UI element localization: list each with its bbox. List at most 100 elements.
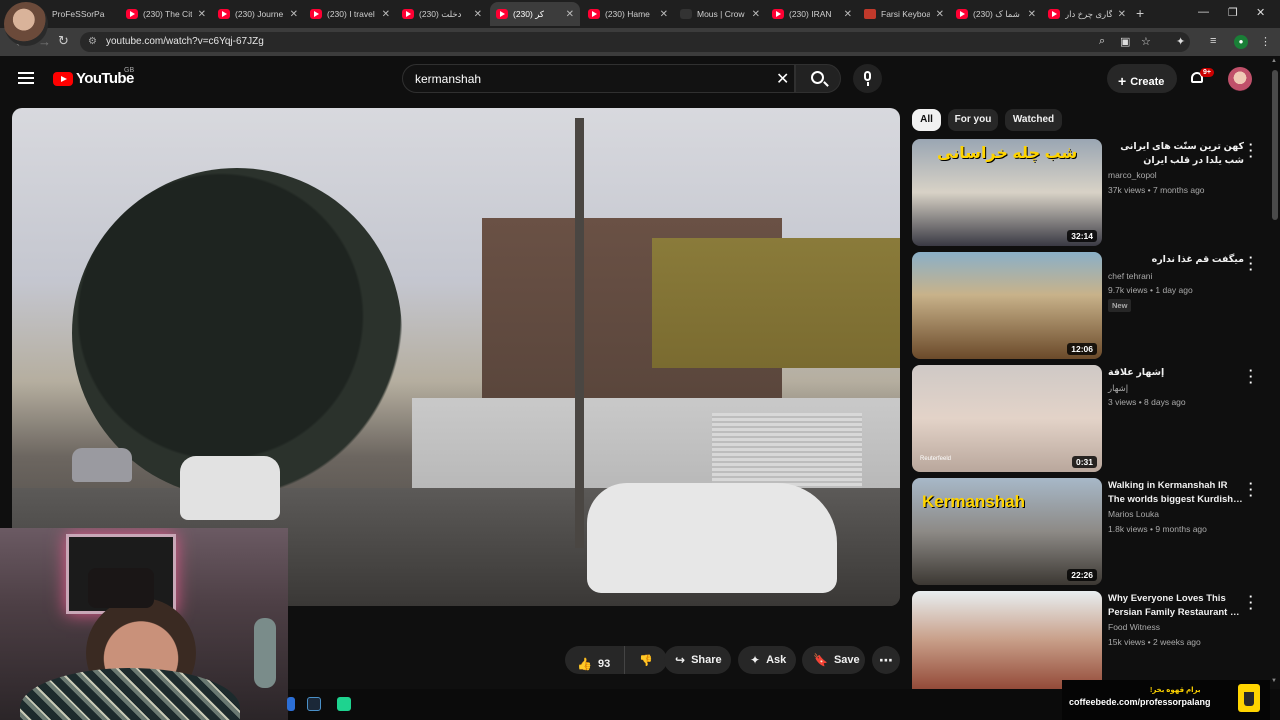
url-text: youtube.com/watch?v=c6Yqj-67JZg <box>106 36 264 47</box>
channel-name[interactable]: marco_kopol <box>1108 170 1157 180</box>
recommendation-item[interactable]: 12:06 میگفت قم غذا نداره chef tehrani 9.… <box>912 251 1262 359</box>
video-title[interactable]: Walking in Kermanshah IR The worlds bigg… <box>1108 479 1244 507</box>
video-title[interactable]: إشهار علاقة <box>1108 366 1244 380</box>
reading-list-icon[interactable]: ≡ <box>1210 35 1216 47</box>
search-icon <box>811 71 824 84</box>
steam-icon[interactable] <box>307 697 321 711</box>
more-vertical-icon[interactable]: · · · <box>1246 477 1256 502</box>
taskbar-app-icon[interactable] <box>287 697 295 711</box>
thumbnail-caption: Kermanshah <box>922 492 1025 511</box>
video-thumbnail[interactable] <box>912 591 1102 689</box>
recommendation-item[interactable]: Kermanshah 22:26 Walking in Kermanshah I… <box>912 477 1262 585</box>
profile-badge[interactable]: ● <box>1234 35 1248 49</box>
video-duration: 22:26 <box>1067 569 1097 581</box>
reload-icon[interactable]: ↻ <box>58 33 69 49</box>
youtube-icon <box>588 9 600 19</box>
zoom-icon[interactable]: ⌕ <box>1099 35 1105 48</box>
search-input[interactable]: kermanshah <box>402 64 795 93</box>
search-button[interactable] <box>795 64 841 93</box>
new-tab-button[interactable]: + <box>1136 5 1144 21</box>
close-tab-icon[interactable]: ✕ <box>198 9 206 20</box>
close-tab-icon[interactable]: ✕ <box>566 9 574 20</box>
browser-tab-1[interactable]: ProFeSSorPa <box>46 2 122 26</box>
save-label: Save <box>833 654 860 666</box>
chat-app-icon[interactable] <box>337 697 351 711</box>
region-code: GB <box>124 67 135 74</box>
like-button[interactable]: 👍 93 <box>565 646 625 674</box>
close-tab-icon[interactable]: ✕ <box>1028 9 1036 20</box>
browser-tab-3[interactable]: (230) Journe ✕ <box>212 2 304 26</box>
recommendation-item[interactable]: شب چله خراسانی 32:14 کهن ترین سنّت های ا… <box>912 138 1262 246</box>
video-meta: 9.7k views • 1 day ago <box>1108 285 1193 295</box>
clear-search-icon[interactable]: ✕ <box>776 69 789 89</box>
scrollbar-thumb[interactable] <box>1272 70 1278 220</box>
dislike-button[interactable]: 👎 <box>625 646 667 674</box>
book-icon <box>864 9 876 19</box>
create-button[interactable]: + Create <box>1107 64 1177 93</box>
browser-tab-10[interactable]: Farsi Keyboa ✕ <box>858 2 950 26</box>
minimize-button[interactable]: — <box>1198 6 1209 18</box>
more-vertical-icon[interactable]: · · · <box>1246 364 1256 389</box>
more-vertical-icon[interactable]: · · · <box>1246 138 1256 163</box>
maximize-button[interactable]: ❐ <box>1228 6 1238 19</box>
browser-tab-9[interactable]: (230) IRAN ✕ <box>766 2 858 26</box>
more-vertical-icon[interactable]: · · · <box>1246 251 1256 276</box>
recommendation-item[interactable]: Why Everyone Loves This Persian Family R… <box>912 591 1262 689</box>
video-thumbnail[interactable]: Reuterfeeld 0:31 <box>912 365 1102 472</box>
hamburger-menu-icon[interactable] <box>18 72 34 84</box>
close-tab-icon[interactable]: ✕ <box>1118 9 1126 20</box>
like-count: 93 <box>597 658 611 670</box>
recommendation-item[interactable]: Reuterfeeld 0:31 إشهار علاقة إشهار 3 vie… <box>912 364 1262 472</box>
voice-search-button[interactable] <box>853 64 882 93</box>
video-thumbnail[interactable]: Kermanshah 22:26 <box>912 478 1102 585</box>
browser-tab-6-active[interactable]: (230) کر ✕ <box>490 2 580 26</box>
cast-icon[interactable]: ▣ <box>1120 35 1130 48</box>
close-tab-icon[interactable]: ✕ <box>660 9 668 20</box>
scroll-down-arrow-icon[interactable]: ▼ <box>1271 678 1277 684</box>
browser-tab-7[interactable]: (230) Hame ✕ <box>582 2 674 26</box>
chip-for-you[interactable]: For you <box>948 109 998 131</box>
browser-tab-8[interactable]: Mous | Crow ✕ <box>674 2 766 26</box>
share-button[interactable]: ↪ Share <box>664 646 731 674</box>
extensions-icon[interactable]: ✦ <box>1176 35 1185 48</box>
streamer-webcam <box>0 528 288 720</box>
site-info-icon[interactable]: ⚙ <box>88 36 97 47</box>
save-button[interactable]: 🔖 Save <box>802 646 865 674</box>
channel-name[interactable]: chef tehrani <box>1108 271 1152 281</box>
browser-tab-4[interactable]: (230) I travel ✕ <box>304 2 396 26</box>
browser-tab-5[interactable]: (230) دخلت ✕ <box>396 2 488 26</box>
video-thumbnail[interactable]: 12:06 <box>912 252 1102 359</box>
browser-tab-12[interactable]: گاری چرخ دار ✕ <box>1042 2 1132 26</box>
video-title[interactable]: میگفت قم غذا نداره <box>1108 253 1244 267</box>
more-actions-button[interactable]: ⋯ <box>872 646 900 674</box>
more-vertical-icon[interactable]: · · · <box>1246 591 1256 615</box>
video-duration: 12:06 <box>1067 343 1097 355</box>
bookmark-star-icon[interactable]: ☆ <box>1141 35 1151 48</box>
youtube-logo[interactable]: YouTube GB <box>53 67 135 87</box>
close-tab-icon[interactable]: ✕ <box>382 9 390 20</box>
video-thumbnail[interactable]: شب چله خراسانی 32:14 <box>912 139 1102 246</box>
chip-all[interactable]: All <box>912 109 941 131</box>
close-tab-icon[interactable]: ✕ <box>290 9 298 20</box>
browser-tab-11[interactable]: (230) شما ک ✕ <box>950 2 1042 26</box>
video-title[interactable]: کهن ترین سنّت های ایرانی شب یلدا در قلب … <box>1108 140 1244 168</box>
close-tab-icon[interactable]: ✕ <box>474 9 482 20</box>
close-tab-icon[interactable]: ✕ <box>752 9 760 20</box>
close-window-button[interactable]: ✕ <box>1256 6 1265 19</box>
video-frame-building-upper <box>652 238 900 368</box>
browser-tab-bar: ProFeSSorPa (230) The Cit ✕ (230) Journe ✕… <box>0 0 1280 46</box>
mous-icon <box>680 9 692 19</box>
url-field[interactable]: ⚙ youtube.com/watch?v=c6Yqj-67JZg <box>80 32 1190 52</box>
browser-menu-icon[interactable]: ⋮ <box>1260 35 1271 48</box>
video-title[interactable]: Why Everyone Loves This Persian Family R… <box>1108 592 1244 620</box>
close-tab-icon[interactable]: ✕ <box>844 9 852 20</box>
scroll-up-arrow-icon[interactable]: ▲ <box>1271 58 1277 64</box>
channel-name[interactable]: Marios Louka <box>1108 509 1159 519</box>
account-avatar[interactable] <box>1228 67 1252 91</box>
channel-name[interactable]: إشهار <box>1108 383 1128 394</box>
ask-button[interactable]: ✦ Ask <box>738 646 796 674</box>
chip-watched[interactable]: Watched <box>1005 109 1062 131</box>
channel-name[interactable]: Food Witness <box>1108 622 1160 632</box>
close-tab-icon[interactable]: ✕ <box>936 9 944 20</box>
browser-tab-2[interactable]: (230) The Cit ✕ <box>120 2 212 26</box>
